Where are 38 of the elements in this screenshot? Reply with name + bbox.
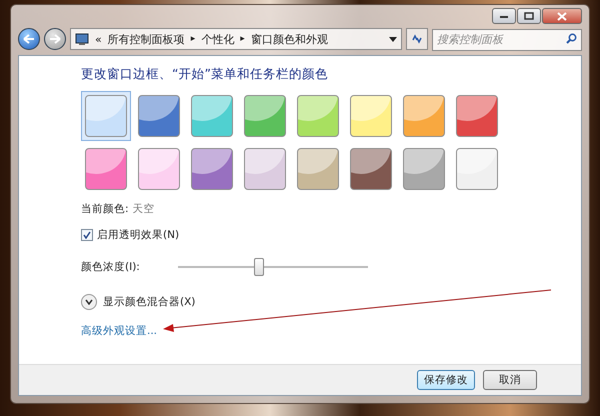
breadcrumb-separator[interactable]: ▸ xyxy=(240,34,245,44)
maximize-button[interactable] xyxy=(517,8,541,24)
transparency-checkbox[interactable] xyxy=(81,229,93,241)
transparency-label: 启用透明效果(N) xyxy=(97,228,180,242)
section-heading: 更改窗口边框、“开始”菜单和任务栏的颜色 xyxy=(81,66,329,83)
overflow-chevron[interactable]: « xyxy=(95,32,102,46)
left-arrow-icon xyxy=(23,34,35,44)
forward-button[interactable] xyxy=(44,28,66,50)
minimize-button[interactable] xyxy=(492,8,516,24)
back-button[interactable] xyxy=(18,28,40,50)
right-arrow-icon xyxy=(49,34,61,44)
current-color-label: 当前颜色: xyxy=(81,202,129,216)
search-icon xyxy=(566,33,577,44)
expand-button[interactable] xyxy=(81,294,97,310)
intensity-label: 颜色浓度(I): xyxy=(81,260,140,274)
save-button[interactable]: 保存修改 xyxy=(417,370,475,390)
minimize-icon xyxy=(499,13,509,19)
breadcrumb-separator[interactable]: ▸ xyxy=(190,34,196,44)
dropdown-icon xyxy=(389,36,397,42)
close-icon xyxy=(557,12,567,20)
color-mixer-label: 显示颜色混合器(X) xyxy=(103,295,196,309)
advanced-appearance-link[interactable]: 高级外观设置... xyxy=(81,324,158,338)
current-color-value: 天空 xyxy=(132,202,155,216)
address-bar[interactable]: « 所有控制面板项 ▸ 个性化 ▸ 窗口颜色和外观 xyxy=(70,28,402,50)
search-field[interactable]: 搜索控制面板 xyxy=(432,29,582,51)
breadcrumb-item[interactable]: 个性化 xyxy=(201,32,234,46)
refresh-button[interactable] xyxy=(406,28,428,50)
refresh-icon xyxy=(411,33,423,45)
breadcrumb-item[interactable]: 窗口颜色和外观 xyxy=(250,32,328,46)
control-panel-icon xyxy=(75,33,89,45)
close-button[interactable] xyxy=(542,8,582,24)
breadcrumb-item[interactable]: 所有控制面板项 xyxy=(108,32,185,46)
maximize-icon xyxy=(524,12,534,20)
cancel-button[interactable]: 取消 xyxy=(483,370,537,390)
checkmark-icon xyxy=(83,231,91,239)
chevron-icon xyxy=(85,299,93,305)
color-swatch[interactable] xyxy=(81,91,131,141)
slider-thumb[interactable] xyxy=(254,258,264,276)
